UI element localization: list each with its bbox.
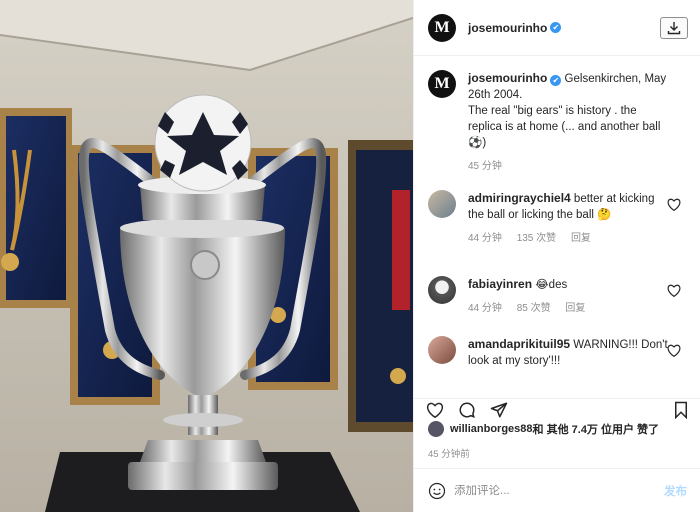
add-comment-bar: 发布 <box>414 468 700 512</box>
post-header: M josemourinho ✔ <box>414 0 700 56</box>
liker-username[interactable]: willianborges88 <box>450 423 533 435</box>
comment-username[interactable]: amandaprikituil95 <box>468 337 570 351</box>
trophy-scene <box>0 0 413 512</box>
author-username[interactable]: josemourinho <box>468 21 547 35</box>
download-icon <box>667 21 681 34</box>
caption-body: josemourinho ✔ Gelsenkirchen, May 26th 20… <box>468 70 668 190</box>
commenter-avatar[interactable] <box>428 276 456 304</box>
comment-time: 44 分钟 <box>468 303 502 314</box>
publish-button[interactable]: 发布 <box>664 483 687 499</box>
comment-meta: 44 分钟 135 次赞 回复 <box>468 231 668 247</box>
caption: M josemourinho ✔ Gelsenkirchen, May 26th … <box>414 70 700 190</box>
comment-item: fabiayinren 😂des 44 分钟 85 次赞 回复 <box>414 276 700 336</box>
reply-button[interactable]: 回复 <box>565 303 585 314</box>
caption-username[interactable]: josemourinho <box>468 71 547 85</box>
emoji-icon[interactable] <box>428 482 446 500</box>
comment-likes[interactable]: 85 次赞 <box>517 303 551 314</box>
instagram-post-view: M josemourinho ✔ M josemourinho ✔ Gelsenk… <box>0 0 700 512</box>
comment-meta: 44 分钟 85 次赞 回复 <box>468 301 668 317</box>
caption-avatar[interactable]: M <box>428 70 456 98</box>
likes-text[interactable]: 和 其他 7.4万 位用户 赞了 <box>533 421 660 437</box>
comment-body: admiringraychiel4 better at kicking the … <box>468 190 668 276</box>
commenter-avatar[interactable] <box>428 190 456 218</box>
comment-input[interactable] <box>454 484 664 497</box>
verified-badge-icon: ✔ <box>550 75 562 86</box>
comment-icon[interactable] <box>458 401 476 419</box>
comments-list: M josemourinho ✔ Gelsenkirchen, May 26th … <box>414 70 700 386</box>
comment-time: 44 分钟 <box>468 233 502 244</box>
commenter-avatar[interactable] <box>428 336 456 364</box>
action-bar <box>414 398 700 420</box>
author-avatar[interactable]: M <box>428 13 456 42</box>
comment-username[interactable]: admiringraychiel4 <box>468 191 571 205</box>
comment-item: admiringraychiel4 better at kicking the … <box>414 190 700 276</box>
heart-icon[interactable] <box>426 402 444 418</box>
heart-icon[interactable] <box>667 284 681 297</box>
likes-summary: willianborges88 和 其他 7.4万 位用户 赞了 <box>428 421 659 437</box>
download-button[interactable] <box>660 16 688 39</box>
post-side-panel: M josemourinho ✔ M josemourinho ✔ Gelsenk… <box>413 0 700 512</box>
comment-username[interactable]: fabiayinren <box>468 277 532 291</box>
comment-likes[interactable]: 135 次赞 <box>517 233 556 244</box>
comment-item: amandaprikituil95 WARNING!!! Don't look … <box>414 336 700 386</box>
post-photo[interactable] <box>0 0 413 512</box>
heart-icon[interactable] <box>667 344 681 357</box>
verified-badge-icon: ✔ <box>550 22 562 33</box>
heart-icon[interactable] <box>667 198 681 211</box>
bookmark-icon[interactable] <box>673 401 689 419</box>
comment-body: amandaprikituil95 WARNING!!! Don't look … <box>468 336 668 386</box>
reply-button[interactable]: 回复 <box>571 233 591 244</box>
caption-time: 45 分钟 <box>468 161 502 172</box>
comment-text: 😂des <box>535 279 568 291</box>
share-icon[interactable] <box>490 401 508 419</box>
post-timestamp[interactable]: 45 分钟前 <box>428 446 470 460</box>
liker-avatar[interactable] <box>428 421 444 437</box>
comment-body: fabiayinren 😂des 44 分钟 85 次赞 回复 <box>468 276 668 336</box>
